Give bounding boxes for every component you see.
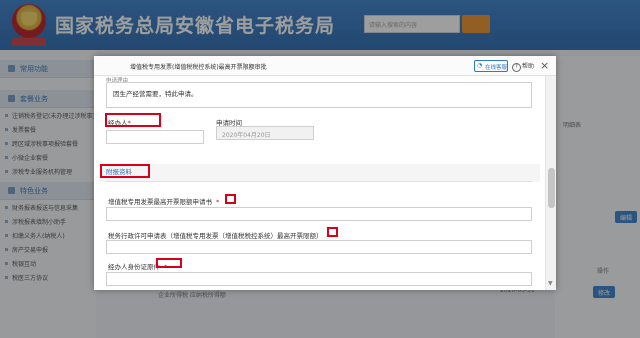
doc2-label-text: 税务行政许可申请表（增值税专用发票（增值税税控系统）最高开票限额） [108,232,323,240]
highlight-box-doc3 [156,258,182,268]
highlight-box-doc1 [225,194,236,204]
date-input: 2020年04月20日 [216,126,314,140]
doc2-label: 税务行政许可申请表（增值税专用发票（增值税税控系统）最高开票限额） * [108,230,330,240]
highlight-box-doc2 [327,227,338,237]
doc3-label-text: 经办人身份证原件 [108,263,160,271]
approval-modal: 增值税专用发票(增值税税控系统)最高开票限额审批 在线客服 帮助 × 申请理由 … [94,56,556,290]
help-link[interactable]: 帮助 [512,61,534,72]
doc3-upload-field[interactable] [106,272,532,286]
doc2-upload-field[interactable] [106,240,532,254]
required-mark: * [216,198,220,206]
modal-scrollbar[interactable]: ▼ [545,76,556,290]
highlight-box-agent [105,113,161,127]
highlight-box-attachments [100,164,150,178]
online-service-button[interactable]: 在线客服 [474,60,508,72]
modal-header: 增值税专用发票(增值税税控系统)最高开票限额审批 在线客服 帮助 × [94,56,556,76]
reason-textarea[interactable]: 因生产经营需要，特此申请。 [106,82,532,108]
agent-input[interactable] [106,130,204,144]
modal-body: 申请理由 因生产经营需要，特此申请。 经办人* 申请时间 2020年04月20日… [94,76,544,290]
scroll-down-arrow-icon[interactable]: ▼ [548,280,553,287]
close-icon[interactable]: × [540,59,549,72]
section-divider [106,181,532,182]
doc1-label: 增值税专用发票最高开票限额申请书 * [108,196,219,206]
scrollbar-thumb[interactable] [548,168,555,208]
section-separator [100,164,540,182]
modal-title: 增值税专用发票(增值税税控系统)最高开票限额审批 [130,64,267,71]
doc1-upload-field[interactable] [106,207,532,221]
doc1-label-text: 增值税专用发票最高开票限额申请书 [108,198,212,206]
